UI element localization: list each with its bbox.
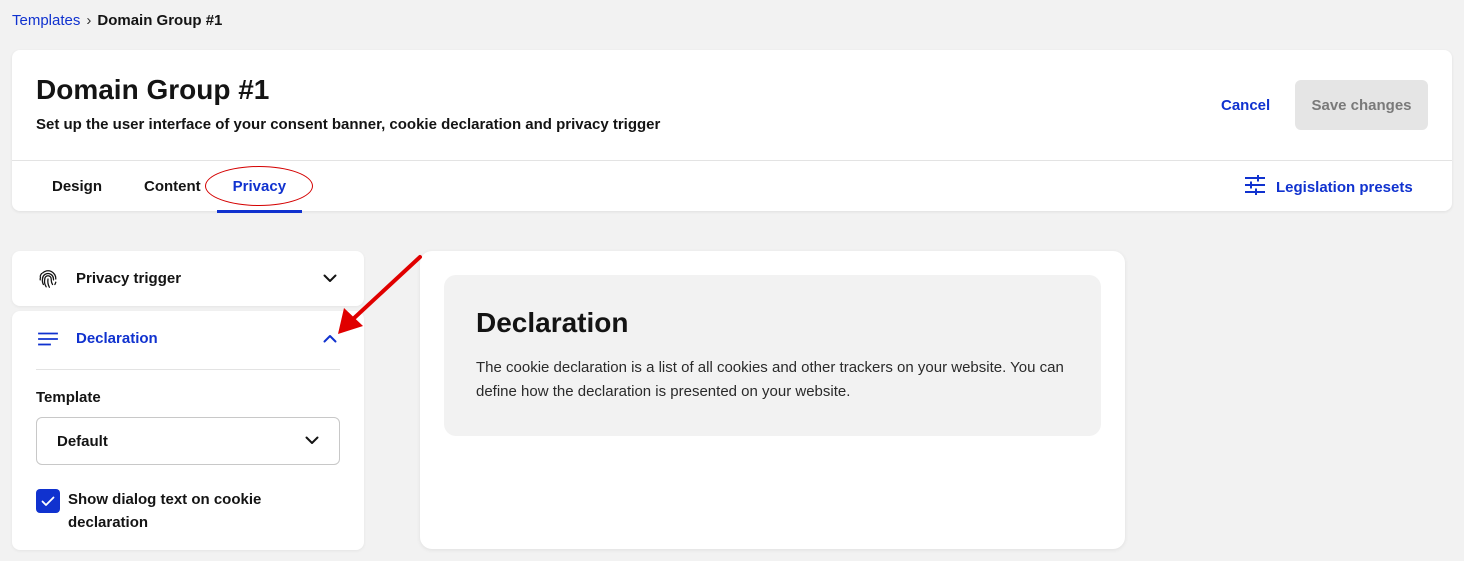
tab-content-label: Content — [144, 177, 201, 195]
preview-card: Declaration The cookie declaration is a … — [420, 251, 1125, 549]
breadcrumb-templates-link[interactable]: Templates — [12, 12, 80, 29]
chevron-down-icon — [305, 432, 319, 450]
active-tab-underline — [216, 210, 303, 213]
header-card: Domain Group #1 Set up the user interfac… — [12, 50, 1452, 213]
template-label: Template — [36, 389, 101, 406]
declaration-label: Declaration — [76, 330, 158, 347]
tab-design[interactable]: Design — [12, 161, 123, 211]
show-dialog-text-option[interactable]: Show dialog text on cookie declaration — [36, 489, 336, 534]
cancel-button[interactable]: Cancel — [1221, 97, 1270, 114]
declaration-header[interactable]: Declaration — [36, 311, 340, 366]
fingerprint-icon — [36, 267, 60, 291]
breadcrumb-current: Domain Group #1 — [97, 12, 223, 29]
tab-design-label: Design — [52, 177, 103, 195]
declaration-panel: Declaration Template Default Show dialog… — [12, 311, 364, 550]
show-dialog-text-checkbox[interactable] — [36, 489, 60, 513]
sliders-icon — [1244, 174, 1266, 199]
annotation-arrow-icon — [338, 255, 422, 334]
template-select[interactable]: Default — [36, 417, 340, 465]
breadcrumb: Templates › Domain Group #1 — [12, 12, 222, 29]
template-select-value: Default — [57, 432, 108, 450]
legislation-presets-button[interactable]: Legislation presets — [1244, 174, 1413, 199]
tab-content[interactable]: Content — [123, 161, 217, 211]
breadcrumb-separator: › — [86, 12, 92, 29]
tab-bar: Design Content Privacy — [12, 161, 313, 213]
page-title: Domain Group #1 — [36, 74, 270, 105]
check-icon — [41, 496, 55, 506]
tab-privacy[interactable]: Privacy — [204, 161, 313, 213]
privacy-trigger-header[interactable]: Privacy trigger — [36, 251, 340, 306]
preview-description: The cookie declaration is a list of all … — [476, 359, 1064, 400]
legislation-presets-label: Legislation presets — [1276, 178, 1413, 196]
page-subtitle: Set up the user interface of your consen… — [36, 116, 661, 133]
annotation-oval — [204, 166, 313, 206]
privacy-trigger-panel: Privacy trigger — [12, 251, 364, 306]
save-changes-button[interactable]: Save changes — [1295, 80, 1428, 130]
show-dialog-text-label: Show dialog text on cookie declaration — [68, 491, 262, 531]
declaration-divider — [36, 369, 340, 370]
lines-icon — [36, 327, 60, 351]
privacy-trigger-label: Privacy trigger — [76, 270, 182, 287]
declaration-preview: Declaration The cookie declaration is a … — [444, 275, 1101, 436]
preview-title: Declaration — [476, 307, 629, 338]
